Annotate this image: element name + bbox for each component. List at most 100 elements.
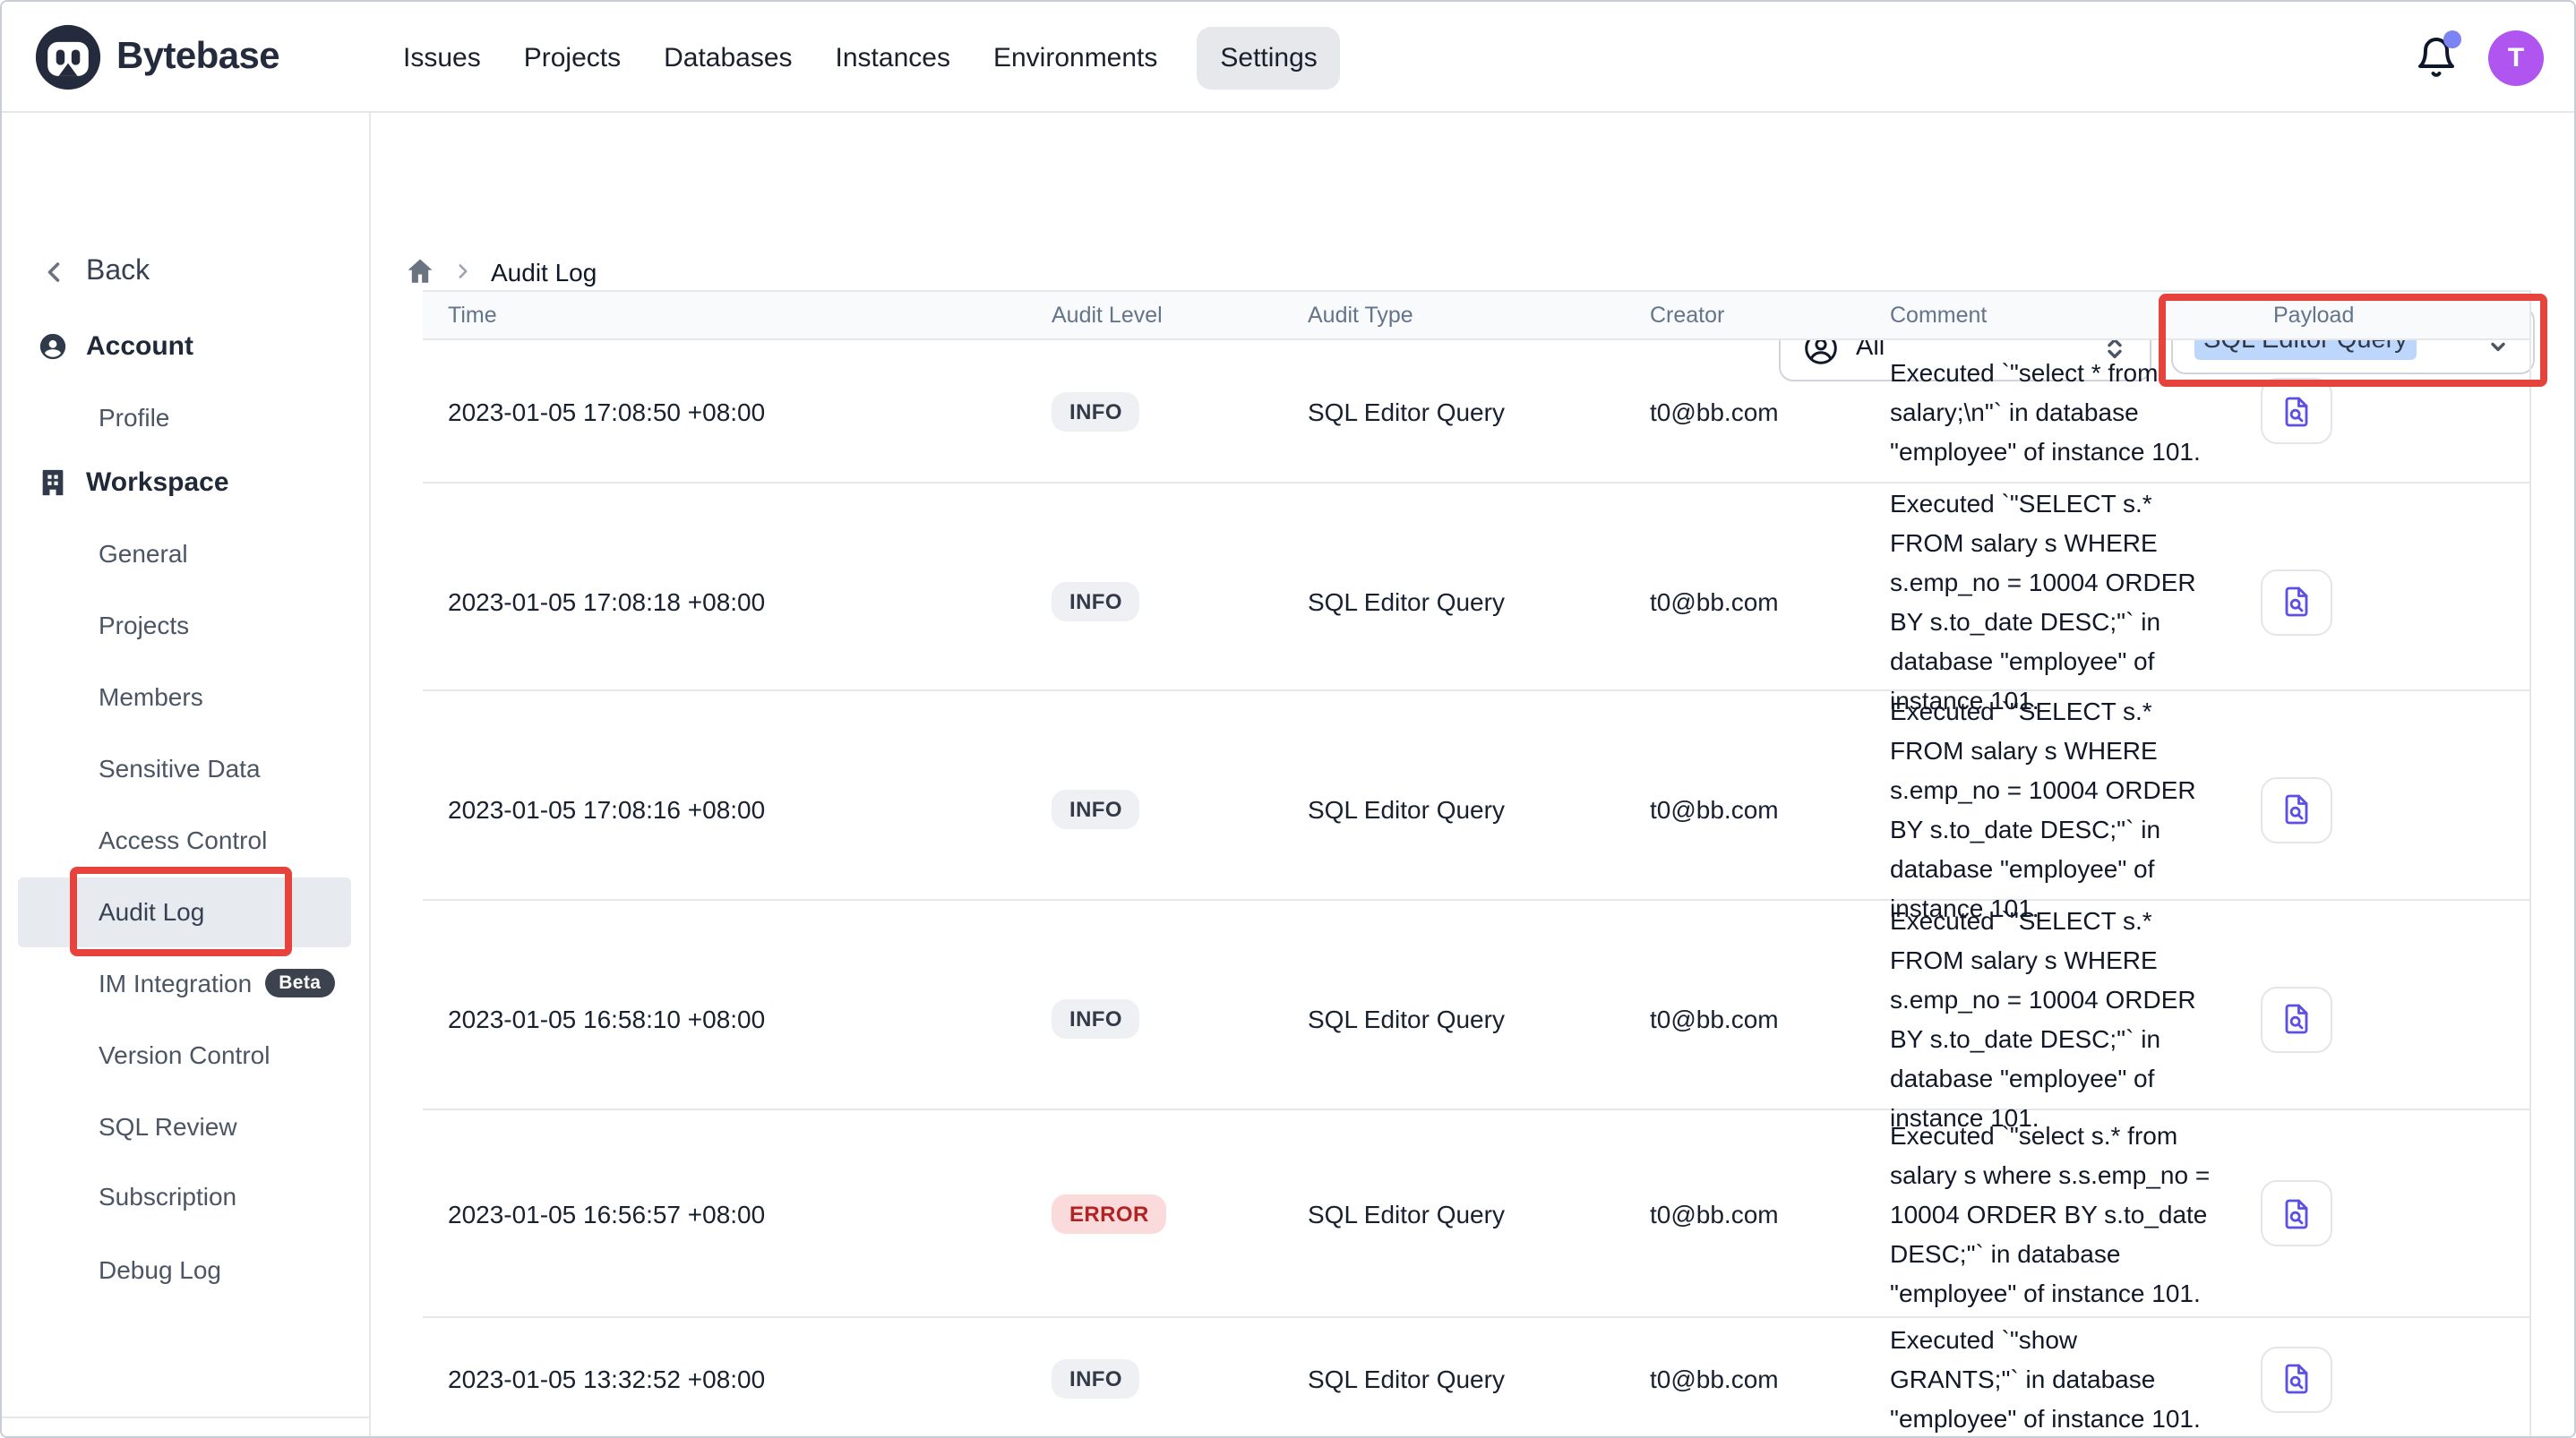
time-cell: 2023-01-05 16:58:10 +08:00 bbox=[423, 1005, 1026, 1033]
sidebar-item-sensitive-data[interactable]: Sensitive Data bbox=[99, 747, 261, 790]
level-badge-error: ERROR bbox=[1052, 1194, 1167, 1233]
sidebar-section-workspace: Workspace bbox=[38, 467, 229, 498]
nav-item-settings[interactable]: Settings bbox=[1197, 26, 1340, 89]
brand-name: Bytebase bbox=[116, 36, 279, 79]
payload-cell bbox=[2223, 986, 2531, 1052]
audit-level-cell: INFO bbox=[1026, 1359, 1283, 1399]
document-search-icon bbox=[2279, 1361, 2314, 1397]
comment-cell: Executed `"select s.* from salary s wher… bbox=[1865, 1115, 2223, 1312]
table-header-row: Time Audit Level Audit Type Creator Comm… bbox=[423, 290, 2529, 340]
creator-cell: t0@bb.com bbox=[1625, 795, 1865, 824]
sidebar-section-account: Account bbox=[38, 331, 193, 362]
nav-item-environments[interactable]: Environments bbox=[990, 28, 1161, 87]
section-label: Account bbox=[86, 331, 193, 362]
time-cell: 2023-01-05 16:56:57 +08:00 bbox=[423, 1199, 1026, 1228]
level-badge-info: INFO bbox=[1052, 1359, 1140, 1399]
sidebar-item-debug-log[interactable]: Debug Log bbox=[99, 1248, 221, 1291]
document-search-icon bbox=[2279, 1195, 2314, 1231]
nav-right-controls: T bbox=[2415, 2, 2544, 113]
creator-cell: t0@bb.com bbox=[1625, 1199, 1865, 1228]
view-payload-button[interactable] bbox=[2261, 1346, 2332, 1412]
payload-cell bbox=[2223, 776, 2531, 843]
chevron-left-icon bbox=[38, 256, 70, 288]
view-payload-button[interactable] bbox=[2261, 986, 2332, 1052]
table-row: 2023-01-05 17:08:18 +08:00 INFO SQL Edit… bbox=[423, 484, 2529, 691]
section-label: Workspace bbox=[86, 467, 229, 498]
level-badge-info: INFO bbox=[1052, 790, 1140, 829]
comment-cell: Executed `"select * from salary;\n"` in … bbox=[1865, 352, 2223, 470]
sidebar-item-version-control[interactable]: Version Control bbox=[99, 1033, 270, 1076]
sidebar-item-general[interactable]: General bbox=[99, 532, 188, 575]
time-cell: 2023-01-05 13:32:52 +08:00 bbox=[423, 1365, 1026, 1393]
sidebar-divider bbox=[2, 1417, 369, 1418]
document-search-icon bbox=[2279, 792, 2314, 827]
sidebar-item-sql-review[interactable]: SQL Review bbox=[99, 1105, 237, 1148]
creator-cell: t0@bb.com bbox=[1625, 397, 1865, 425]
settings-sidebar: Back Account Profile Workspace General P… bbox=[2, 113, 371, 1436]
home-icon[interactable] bbox=[405, 256, 435, 287]
audit-type-cell: SQL Editor Query bbox=[1283, 587, 1625, 616]
chevron-right-icon bbox=[451, 260, 475, 283]
audit-type-cell: SQL Editor Query bbox=[1283, 1005, 1625, 1033]
sidebar-item-audit-log[interactable]: Audit Log bbox=[99, 890, 204, 933]
table-row: 2023-01-05 17:08:50 +08:00 INFO SQL Edit… bbox=[423, 340, 2529, 484]
table-row: 2023-01-05 16:56:57 +08:00 ERROR SQL Edi… bbox=[423, 1110, 2529, 1318]
bytebase-logo-icon bbox=[34, 23, 102, 91]
comment-cell: Executed `"SELECT s.* FROM salary s WHER… bbox=[1865, 691, 2223, 928]
workspace-icon bbox=[38, 467, 68, 498]
app-window: Bytebase Issues Projects Databases Insta… bbox=[0, 0, 2576, 1438]
view-payload-button[interactable] bbox=[2261, 378, 2332, 444]
column-header-creator: Creator bbox=[1625, 303, 1865, 328]
audit-type-cell: SQL Editor Query bbox=[1283, 1199, 1625, 1228]
audit-level-cell: INFO bbox=[1026, 999, 1283, 1039]
creator-cell: t0@bb.com bbox=[1625, 1005, 1865, 1033]
audit-level-cell: ERROR bbox=[1026, 1194, 1283, 1233]
audit-level-cell: INFO bbox=[1026, 790, 1283, 829]
notification-bell-button[interactable] bbox=[2415, 36, 2458, 79]
primary-nav: Issues Projects Databases Instances Envi… bbox=[399, 2, 1341, 113]
nav-item-issues[interactable]: Issues bbox=[399, 28, 485, 87]
main-content: Audit Log All SQL Editor Query Time Audi… bbox=[371, 113, 2574, 1436]
comment-cell: Executed `"SELECT s.* FROM salary s WHER… bbox=[1865, 484, 2223, 720]
level-badge-info: INFO bbox=[1052, 391, 1140, 431]
audit-level-cell: INFO bbox=[1026, 582, 1283, 621]
top-navigation-bar: Bytebase Issues Projects Databases Insta… bbox=[2, 2, 2574, 113]
back-button[interactable]: Back bbox=[38, 256, 150, 288]
nav-item-projects[interactable]: Projects bbox=[520, 28, 624, 87]
sidebar-item-projects[interactable]: Projects bbox=[99, 603, 189, 646]
column-header-audit-level: Audit Level bbox=[1026, 303, 1283, 328]
nav-item-databases[interactable]: Databases bbox=[660, 28, 795, 87]
audit-level-cell: INFO bbox=[1026, 391, 1283, 431]
view-payload-button[interactable] bbox=[2261, 776, 2332, 843]
back-label: Back bbox=[86, 256, 150, 288]
sidebar-item-members[interactable]: Members bbox=[99, 675, 203, 718]
bytebase-logo[interactable]: Bytebase bbox=[34, 2, 279, 113]
nav-item-instances[interactable]: Instances bbox=[832, 28, 954, 87]
creator-cell: t0@bb.com bbox=[1625, 587, 1865, 616]
sidebar-item-access-control[interactable]: Access Control bbox=[99, 818, 267, 861]
document-search-icon bbox=[2279, 393, 2314, 429]
column-header-payload: Payload bbox=[2223, 303, 2531, 328]
audit-type-cell: SQL Editor Query bbox=[1283, 397, 1625, 425]
payload-cell bbox=[2223, 1346, 2531, 1412]
document-search-icon bbox=[2279, 1001, 2314, 1037]
avatar[interactable]: T bbox=[2488, 30, 2544, 85]
sidebar-item-profile[interactable]: Profile bbox=[99, 396, 169, 439]
creator-cell: t0@bb.com bbox=[1625, 1365, 1865, 1393]
document-search-icon bbox=[2279, 584, 2314, 620]
column-header-audit-type: Audit Type bbox=[1283, 303, 1625, 328]
column-header-comment: Comment bbox=[1865, 303, 2223, 328]
audit-type-cell: SQL Editor Query bbox=[1283, 1365, 1625, 1393]
view-payload-button[interactable] bbox=[2261, 569, 2332, 635]
sidebar-item-subscription[interactable]: Subscription bbox=[99, 1175, 236, 1218]
audit-type-cell: SQL Editor Query bbox=[1283, 795, 1625, 824]
audit-log-table: Time Audit Level Audit Type Creator Comm… bbox=[423, 290, 2531, 1438]
sidebar-item-im-integration[interactable]: IM Integration Beta bbox=[99, 962, 335, 1005]
payload-cell bbox=[2223, 569, 2531, 635]
view-payload-button[interactable] bbox=[2261, 1180, 2332, 1246]
level-badge-info: INFO bbox=[1052, 582, 1140, 621]
time-cell: 2023-01-05 17:08:18 +08:00 bbox=[423, 587, 1026, 616]
page-title: Audit Log bbox=[491, 257, 597, 286]
time-cell: 2023-01-05 17:08:50 +08:00 bbox=[423, 397, 1026, 425]
level-badge-info: INFO bbox=[1052, 999, 1140, 1039]
